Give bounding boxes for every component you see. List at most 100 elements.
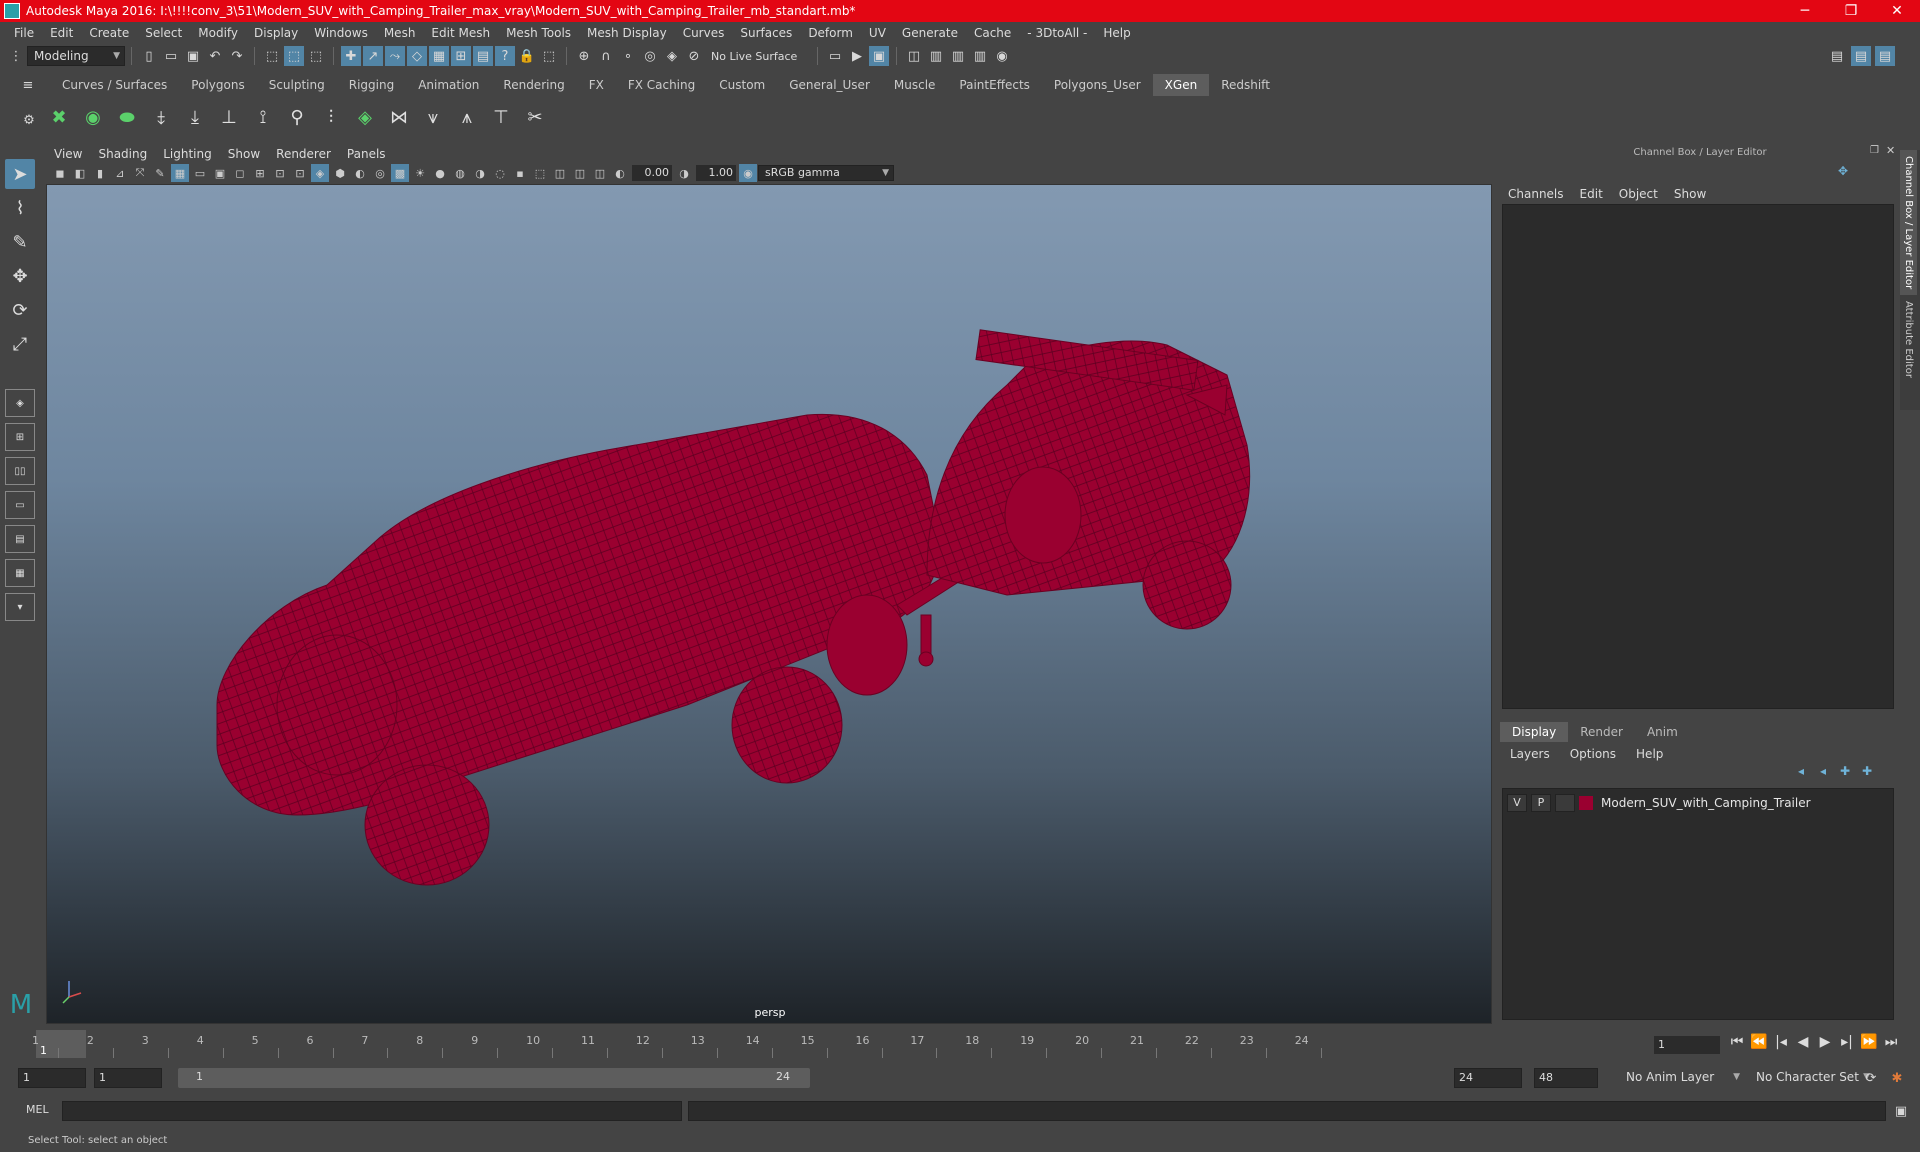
mask-curve-icon[interactable]: ◇ bbox=[407, 46, 427, 66]
auto-key-icon[interactable]: ⟳ bbox=[1861, 1068, 1881, 1088]
ambient-occlusion-icon[interactable]: ◍ bbox=[451, 164, 469, 182]
camera-attributes-icon[interactable]: ◧ bbox=[71, 164, 89, 182]
layer-playback-toggle[interactable]: P bbox=[1531, 794, 1551, 812]
menu-mesh-tools[interactable]: Mesh Tools bbox=[498, 26, 579, 40]
mask-surface-icon[interactable]: ▦ bbox=[429, 46, 449, 66]
xray-joints-icon[interactable]: ◫ bbox=[591, 164, 609, 182]
default-material-icon[interactable]: ◐ bbox=[351, 164, 369, 182]
menu-display[interactable]: Display bbox=[246, 26, 306, 40]
vp-menu-lighting[interactable]: Lighting bbox=[155, 147, 220, 161]
mask-dynamic-icon[interactable]: ▤ bbox=[473, 46, 493, 66]
xgen-grass-icon[interactable]: ⩛ bbox=[418, 102, 448, 132]
xgen-layer-icon[interactable]: ◈ bbox=[350, 102, 380, 132]
vp-menu-renderer[interactable]: Renderer bbox=[268, 147, 339, 161]
current-frame-field[interactable]: 1 bbox=[1654, 1036, 1720, 1054]
menu-uv[interactable]: UV bbox=[861, 26, 894, 40]
xgen-sculpt-guide-icon[interactable]: ⟟ bbox=[248, 102, 278, 132]
tab-attribute-editor[interactable]: Attribute Editor bbox=[1900, 295, 1917, 384]
tab-polygons[interactable]: Polygons bbox=[179, 74, 256, 96]
tab-sculpting[interactable]: Sculpting bbox=[257, 74, 337, 96]
lock-selection-icon[interactable]: 🔒 bbox=[517, 46, 537, 66]
tab-xgen[interactable]: XGen bbox=[1152, 74, 1210, 96]
menu-edit[interactable]: Edit bbox=[42, 26, 81, 40]
field-chart-icon[interactable]: ⊞ bbox=[251, 164, 269, 182]
maximize-button[interactable]: ❐ bbox=[1828, 0, 1874, 22]
layer-display-type-toggle[interactable] bbox=[1555, 794, 1575, 812]
snap-curve-icon[interactable]: ∩ bbox=[596, 46, 616, 66]
view-transform-dropdown[interactable]: sRGB gamma bbox=[758, 165, 894, 181]
move-layer-down-icon[interactable]: ◂ bbox=[1812, 764, 1834, 784]
shadows-icon[interactable]: ● bbox=[431, 164, 449, 182]
toggle-panels-left-icon[interactable]: ▤ bbox=[1827, 46, 1847, 66]
smooth-shade-icon[interactable]: ⬢ bbox=[331, 164, 349, 182]
tab-channel-box-layer-editor[interactable]: Channel Box / Layer Editor bbox=[1900, 150, 1917, 296]
grid-icon[interactable]: ▦ bbox=[171, 164, 189, 182]
snap-grid-icon[interactable]: ⊕ bbox=[574, 46, 594, 66]
menu-file[interactable]: File bbox=[6, 26, 42, 40]
menu-mesh-display[interactable]: Mesh Display bbox=[579, 26, 675, 40]
lights-icon[interactable]: ☀ bbox=[411, 164, 429, 182]
anim-layer-dropdown[interactable]: No Anim Layer bbox=[1620, 1068, 1744, 1088]
xgen-comb-icon[interactable]: ⩚ bbox=[452, 102, 482, 132]
layer-row[interactable]: V P Modern_SUV_with_Camping_Trailer bbox=[1507, 793, 1811, 813]
command-input[interactable] bbox=[62, 1101, 682, 1121]
mask-joint-icon[interactable]: ⤳ bbox=[385, 46, 405, 66]
tab-polygons-user[interactable]: Polygons_User bbox=[1042, 74, 1153, 96]
resolution-gate-icon[interactable]: ▣ bbox=[211, 164, 229, 182]
gamma-field[interactable]: 1.00 bbox=[696, 165, 736, 181]
tab-rendering[interactable]: Rendering bbox=[491, 74, 576, 96]
cb-menu-channels[interactable]: Channels bbox=[1500, 187, 1572, 201]
snap-point-icon[interactable]: ∘ bbox=[618, 46, 638, 66]
render-settings-icon[interactable]: ◫ bbox=[904, 46, 924, 66]
shelf-menu-icon[interactable]: ≡ bbox=[18, 75, 38, 95]
script-editor-icon[interactable]: ▣ bbox=[1891, 1101, 1911, 1121]
exposure-icon[interactable]: ◐ bbox=[611, 164, 629, 182]
step-back-frame-icon[interactable]: ⏪ bbox=[1748, 1034, 1770, 1056]
xgen-flatten-icon[interactable]: ⊤ bbox=[486, 102, 516, 132]
menu-select[interactable]: Select bbox=[137, 26, 190, 40]
new-layer-icon[interactable]: ✚ bbox=[1834, 764, 1856, 784]
menu-surfaces[interactable]: Surfaces bbox=[732, 26, 800, 40]
cb-menu-object[interactable]: Object bbox=[1611, 187, 1666, 201]
float-panel-icon[interactable]: ❐ bbox=[1870, 145, 1879, 156]
light-editor-icon[interactable]: ◉ bbox=[992, 46, 1012, 66]
gamma-icon[interactable]: ◑ bbox=[675, 164, 693, 182]
perspective-viewport[interactable]: persp bbox=[46, 184, 1492, 1024]
bookmark-icon[interactable]: ▮ bbox=[91, 164, 109, 182]
tab-general-user[interactable]: General_User bbox=[777, 74, 882, 96]
tab-curves-surfaces[interactable]: Curves / Surfaces bbox=[50, 74, 179, 96]
menu-help[interactable]: Help bbox=[1095, 26, 1138, 40]
layer-color-swatch[interactable] bbox=[1579, 796, 1593, 810]
xray-active-icon[interactable]: ◫ bbox=[571, 164, 589, 182]
xgen-rebuild-guide-icon[interactable]: ⫶ bbox=[316, 102, 346, 132]
menu-create[interactable]: Create bbox=[81, 26, 137, 40]
color-management-icon[interactable]: ◉ bbox=[739, 164, 757, 182]
select-hierarchy-icon[interactable]: ⬚ bbox=[262, 46, 282, 66]
mask-all-icon[interactable]: ✚ bbox=[341, 46, 361, 66]
tab-fx-caching[interactable]: FX Caching bbox=[616, 74, 707, 96]
menu-generate[interactable]: Generate bbox=[894, 26, 966, 40]
2d-pan-icon[interactable]: ⤧ bbox=[131, 164, 149, 182]
camera-select-icon[interactable]: ◼ bbox=[51, 164, 69, 182]
vp-menu-shading[interactable]: Shading bbox=[90, 147, 155, 161]
select-object-icon[interactable]: ⬚ bbox=[284, 46, 304, 66]
lasso-tool-icon[interactable]: ⌇ bbox=[5, 193, 35, 223]
play-forwards-icon[interactable]: ▶ bbox=[1814, 1034, 1836, 1056]
live-surface-field[interactable]: No Live Surface bbox=[711, 50, 811, 63]
vp-menu-view[interactable]: View bbox=[46, 147, 90, 161]
cb-menu-show[interactable]: Show bbox=[1666, 187, 1714, 201]
construction-history-icon[interactable]: ▭ bbox=[825, 46, 845, 66]
ipr-render-icon[interactable]: ▣ bbox=[869, 46, 889, 66]
menu-cache[interactable]: Cache bbox=[966, 26, 1019, 40]
tab-redshift[interactable]: Redshift bbox=[1209, 74, 1282, 96]
isolate-select-icon[interactable]: ⬚ bbox=[531, 164, 549, 182]
xgen-append-guide-icon[interactable]: ⊥ bbox=[214, 102, 244, 132]
tab-display[interactable]: Display bbox=[1500, 722, 1569, 742]
safe-title-icon[interactable]: ⊡ bbox=[291, 164, 309, 182]
menu-windows[interactable]: Windows bbox=[306, 26, 376, 40]
wireframe-icon[interactable]: ◈ bbox=[311, 164, 329, 182]
grease-pencil-icon[interactable]: ✎ bbox=[151, 164, 169, 182]
xgen-lock-guide-icon[interactable]: ⚲ bbox=[282, 102, 312, 132]
move-tool-icon[interactable]: ✥ bbox=[5, 261, 35, 291]
textured-icon[interactable]: ◎ bbox=[371, 164, 389, 182]
